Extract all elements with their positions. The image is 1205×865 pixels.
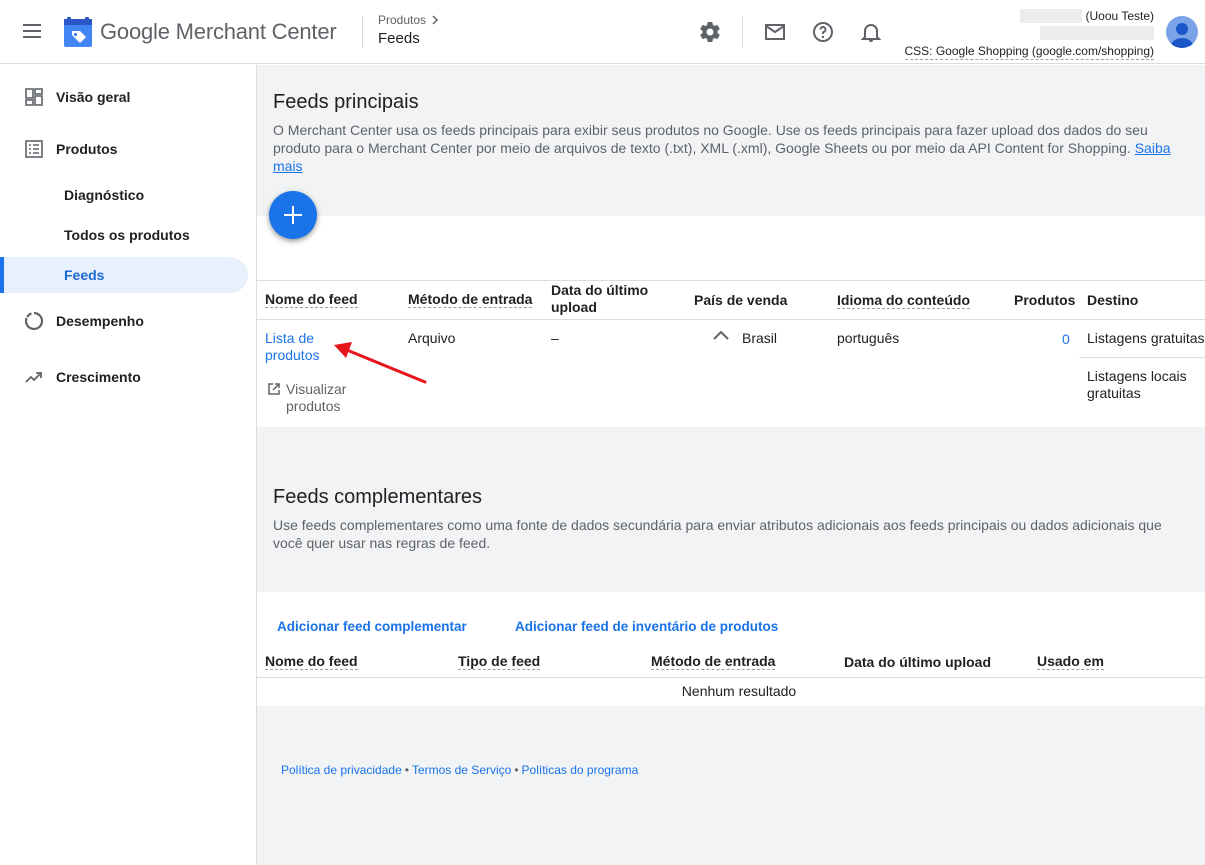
avatar-person-icon bbox=[1171, 23, 1193, 48]
nav-item-label: Crescimento bbox=[56, 369, 141, 385]
program-policies-link[interactable]: Políticas do programa bbox=[522, 763, 639, 777]
merchant-center-logo-icon bbox=[64, 17, 92, 47]
col-header-language[interactable]: Idioma do conteúdo bbox=[837, 292, 970, 309]
supplemental-feeds-description: Use feeds complementares como uma fonte … bbox=[273, 517, 1162, 551]
app-logo[interactable]: Google Merchant Center bbox=[64, 16, 337, 48]
primary-feeds-title: Feeds principais bbox=[273, 91, 419, 113]
notifications-bell-icon[interactable] bbox=[859, 20, 883, 44]
feed-name-link[interactable]: Lista de produtos bbox=[265, 330, 345, 364]
open-in-new-icon bbox=[268, 383, 280, 395]
header-row-divider bbox=[257, 677, 1205, 678]
add-primary-feed-button[interactable] bbox=[269, 191, 317, 239]
nav-item-todos-os-produtos[interactable]: Todos os produtos bbox=[0, 217, 248, 253]
page-title: Feeds bbox=[378, 30, 420, 47]
css-label: CSS: Google Shopping (google.com/shoppin… bbox=[904, 44, 1154, 60]
left-nav: Visão geral Produtos Diagnóstico Todos o… bbox=[0, 65, 257, 865]
dashboard-icon bbox=[25, 88, 43, 106]
nav-item-label: Produtos bbox=[56, 141, 118, 157]
primary-description-text: O Merchant Center usa os feeds principai… bbox=[273, 122, 1148, 156]
add-supplemental-feed-button[interactable]: Adicionar feed complementar bbox=[277, 618, 467, 635]
add-inventory-feed-button[interactable]: Adicionar feed de inventário de produtos bbox=[515, 618, 778, 635]
breadcrumb-parent[interactable]: Produtos bbox=[378, 13, 426, 27]
footer-separator: • bbox=[514, 763, 519, 777]
col-header-country[interactable]: País de venda bbox=[694, 292, 787, 309]
help-icon[interactable] bbox=[811, 20, 835, 44]
col-header-feed-name[interactable]: Nome do feed bbox=[265, 653, 358, 670]
language-value: português bbox=[837, 330, 900, 346]
col-header-used-in[interactable]: Usado em bbox=[1037, 653, 1104, 670]
account-name: (Uoou Teste) bbox=[1085, 9, 1154, 23]
nav-item-label: Visão geral bbox=[56, 89, 131, 105]
destination-local-listings: Listagens locais gratuitas bbox=[1087, 368, 1187, 401]
nav-item-feeds[interactable]: Feeds bbox=[0, 257, 248, 293]
supplemental-feeds-table: Adicionar feed complementar Adicionar fe… bbox=[257, 592, 1205, 706]
last-upload-value: – bbox=[551, 330, 559, 346]
list-icon bbox=[25, 140, 43, 158]
col-header-input-method[interactable]: Método de entrada bbox=[408, 291, 533, 308]
nav-item-label: Feeds bbox=[64, 267, 105, 283]
nav-item-label: Todos os produtos bbox=[64, 227, 190, 243]
destination-divider bbox=[1079, 357, 1205, 358]
header-row-divider bbox=[257, 319, 1205, 320]
footer-links: Política de privacidade • Termos de Serviç… bbox=[281, 763, 638, 777]
nav-item-label: Diagnóstico bbox=[64, 187, 145, 203]
user-avatar[interactable] bbox=[1166, 16, 1198, 48]
col-header-last-upload[interactable]: Data do último upload bbox=[551, 282, 671, 316]
privacy-policy-link[interactable]: Política de privacidade bbox=[281, 763, 402, 777]
table-divider bbox=[257, 280, 1205, 281]
redacted-email bbox=[1040, 26, 1154, 40]
primary-feeds-description: O Merchant Center usa os feeds principai… bbox=[273, 121, 1191, 175]
main-menu-icon[interactable] bbox=[20, 20, 44, 44]
primary-feeds-table: Nome do feed Método de entrada Data do ú… bbox=[257, 191, 1205, 427]
col-header-products[interactable]: Produtos bbox=[1014, 292, 1075, 309]
nav-item-desempenho[interactable]: Desempenho bbox=[0, 303, 248, 339]
col-header-destination[interactable]: Destino bbox=[1087, 292, 1138, 309]
destination-free-listings: Listagens gratuitas bbox=[1087, 330, 1205, 346]
footer-separator: • bbox=[404, 763, 409, 777]
nav-item-label: Desempenho bbox=[56, 313, 144, 329]
breadcrumb: Produtos Feeds bbox=[378, 13, 440, 47]
supplemental-feeds-title: Feeds complementares bbox=[273, 486, 482, 508]
products-count-link[interactable]: 0 bbox=[1062, 331, 1070, 348]
trending-up-icon bbox=[25, 372, 42, 383]
col-header-feed-type[interactable]: Tipo de feed bbox=[458, 653, 541, 670]
app-name: Google Merchant Center bbox=[100, 19, 337, 44]
col-header-input-method[interactable]: Método de entrada bbox=[651, 653, 776, 670]
country-value: Brasil bbox=[742, 330, 778, 346]
nav-item-visao-geral[interactable]: Visão geral bbox=[0, 79, 248, 115]
settings-gear-icon[interactable] bbox=[698, 20, 722, 44]
col-header-feed-name[interactable]: Nome do feed bbox=[265, 291, 358, 308]
empty-state-text: Nenhum resultado bbox=[681, 683, 797, 699]
account-switcher[interactable]: (Uoou Teste) CSS: Google Shopping (googl… bbox=[904, 8, 1154, 60]
input-method-value: Arquivo bbox=[408, 330, 456, 346]
chevron-up-icon[interactable] bbox=[712, 329, 730, 343]
header-icon-divider bbox=[742, 16, 743, 48]
chevron-right-icon bbox=[432, 15, 439, 25]
mail-icon[interactable] bbox=[763, 20, 787, 44]
nav-item-diagnostico[interactable]: Diagnóstico bbox=[0, 177, 248, 213]
col-header-last-upload[interactable]: Data do último upload bbox=[844, 654, 991, 671]
view-products-link[interactable]: Visualizar produtos bbox=[286, 381, 366, 415]
redacted-account-id bbox=[1019, 9, 1082, 23]
main-content: Feeds principais O Merchant Center usa o… bbox=[257, 65, 1205, 865]
nav-item-produtos[interactable]: Produtos bbox=[0, 131, 248, 167]
top-app-bar: Google Merchant Center Produtos Feeds (U… bbox=[0, 0, 1205, 64]
header-divider bbox=[362, 16, 363, 48]
terms-of-service-link[interactable]: Termos de Serviço bbox=[412, 763, 511, 777]
nav-item-crescimento[interactable]: Crescimento bbox=[0, 359, 248, 395]
performance-donut-icon bbox=[24, 311, 44, 331]
